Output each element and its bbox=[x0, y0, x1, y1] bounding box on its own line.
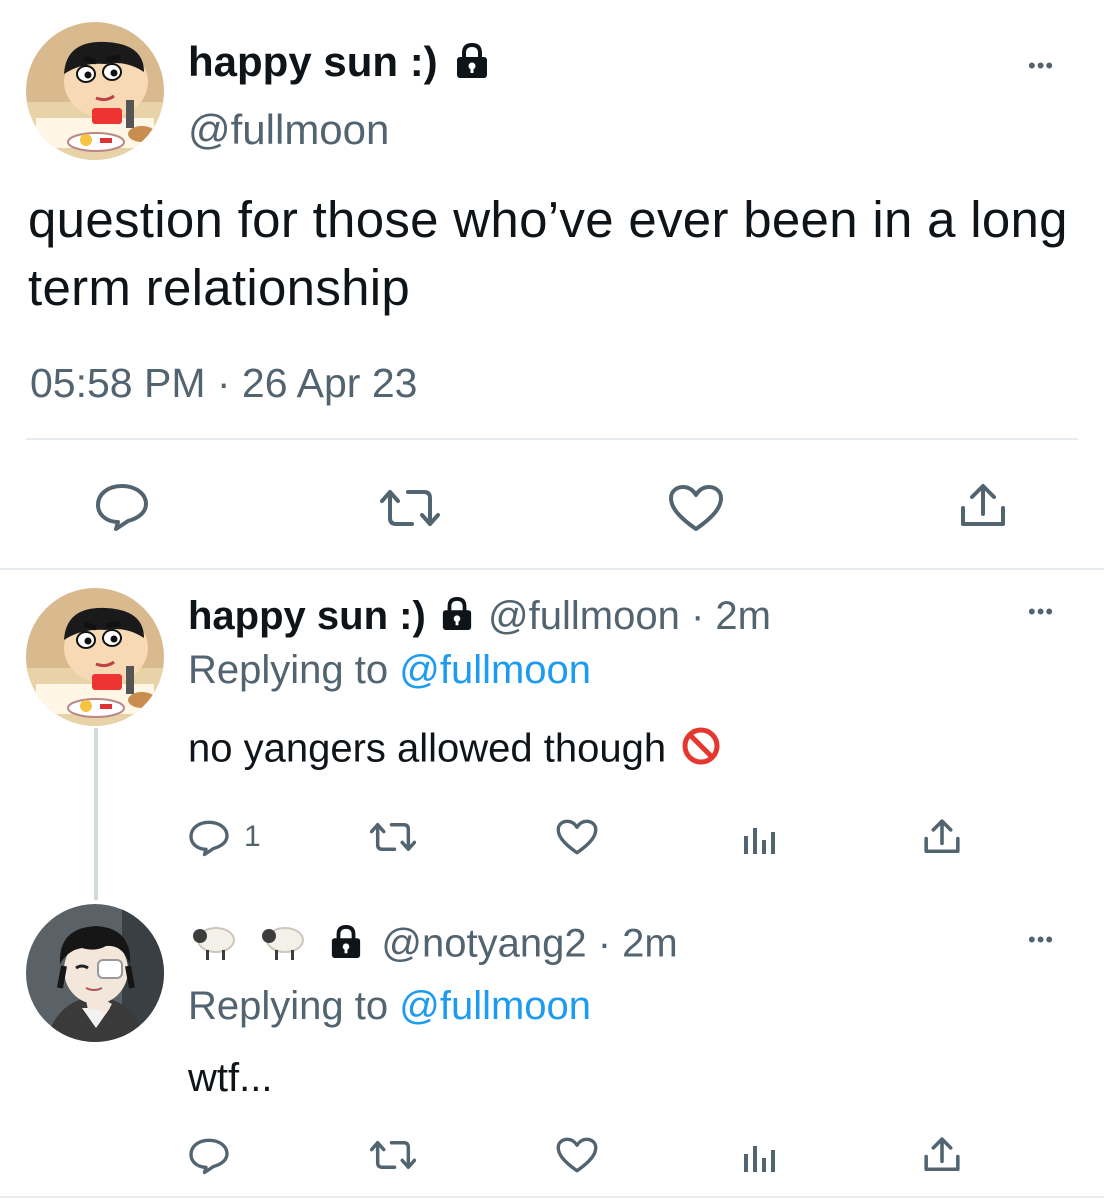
share-icon[interactable] bbox=[922, 1136, 962, 1174]
sheep-emoji bbox=[188, 920, 240, 972]
display-name[interactable]: happy sun :) bbox=[188, 594, 426, 638]
divider bbox=[0, 568, 1104, 570]
retweet-icon[interactable] bbox=[370, 820, 416, 854]
reply-icon[interactable] bbox=[188, 1136, 230, 1176]
reply-count: 1 bbox=[244, 820, 261, 853]
like-icon[interactable] bbox=[556, 1136, 598, 1174]
tweet-text: question for those who’ve ever been in a… bbox=[28, 191, 1068, 316]
avatar[interactable] bbox=[26, 22, 164, 160]
time[interactable]: 2m bbox=[715, 594, 771, 638]
lock-icon bbox=[441, 596, 473, 641]
reply-text: wtf... bbox=[188, 1056, 273, 1100]
more-options-icon[interactable]: ••• bbox=[1028, 601, 1054, 623]
prohibited-emoji bbox=[681, 726, 721, 776]
time[interactable]: 2m bbox=[622, 922, 678, 966]
reply-header: @notyang2 · 2m bbox=[188, 920, 678, 972]
lock-icon bbox=[330, 924, 362, 969]
timestamp[interactable]: 05:58 PM · 26 Apr 23 bbox=[30, 360, 417, 407]
retweet-icon[interactable] bbox=[370, 1138, 416, 1172]
replying-to: Replying to @fullmoon bbox=[188, 648, 592, 692]
handle[interactable]: @fullmoon bbox=[188, 106, 389, 154]
display-name[interactable]: happy sun :) bbox=[188, 38, 489, 89]
thread-connector bbox=[94, 728, 98, 900]
analytics-icon[interactable] bbox=[742, 822, 778, 856]
analytics-icon[interactable] bbox=[742, 1140, 778, 1174]
reply-icon[interactable] bbox=[188, 818, 230, 858]
reply-text: no yangers allowed though bbox=[188, 726, 721, 776]
divider bbox=[0, 1196, 1104, 1198]
handle[interactable]: @fullmoon bbox=[488, 594, 680, 638]
tweet-thread: happy sun :) @fullmoon ••• question for … bbox=[0, 0, 1104, 1200]
replying-to: Replying to @fullmoon bbox=[188, 984, 592, 1028]
display-name[interactable] bbox=[188, 920, 309, 972]
like-icon[interactable] bbox=[668, 484, 724, 532]
retweet-icon[interactable] bbox=[380, 486, 440, 530]
lock-icon bbox=[455, 41, 489, 89]
handle[interactable]: @notyang2 bbox=[381, 922, 586, 966]
share-icon[interactable] bbox=[922, 818, 962, 856]
reply-header: happy sun :) @fullmoon · 2m bbox=[188, 594, 771, 641]
more-options-icon[interactable]: ••• bbox=[1028, 929, 1054, 951]
avatar[interactable] bbox=[26, 904, 164, 1042]
like-icon[interactable] bbox=[556, 818, 598, 856]
replying-to-link[interactable]: @fullmoon bbox=[399, 648, 591, 692]
avatar[interactable] bbox=[26, 588, 164, 726]
reply-icon[interactable] bbox=[94, 482, 150, 532]
replying-to-link[interactable]: @fullmoon bbox=[399, 984, 591, 1028]
more-options-icon[interactable]: ••• bbox=[1028, 55, 1054, 77]
divider bbox=[26, 438, 1078, 440]
sheep-emoji bbox=[257, 920, 309, 972]
share-icon[interactable] bbox=[958, 482, 1008, 530]
